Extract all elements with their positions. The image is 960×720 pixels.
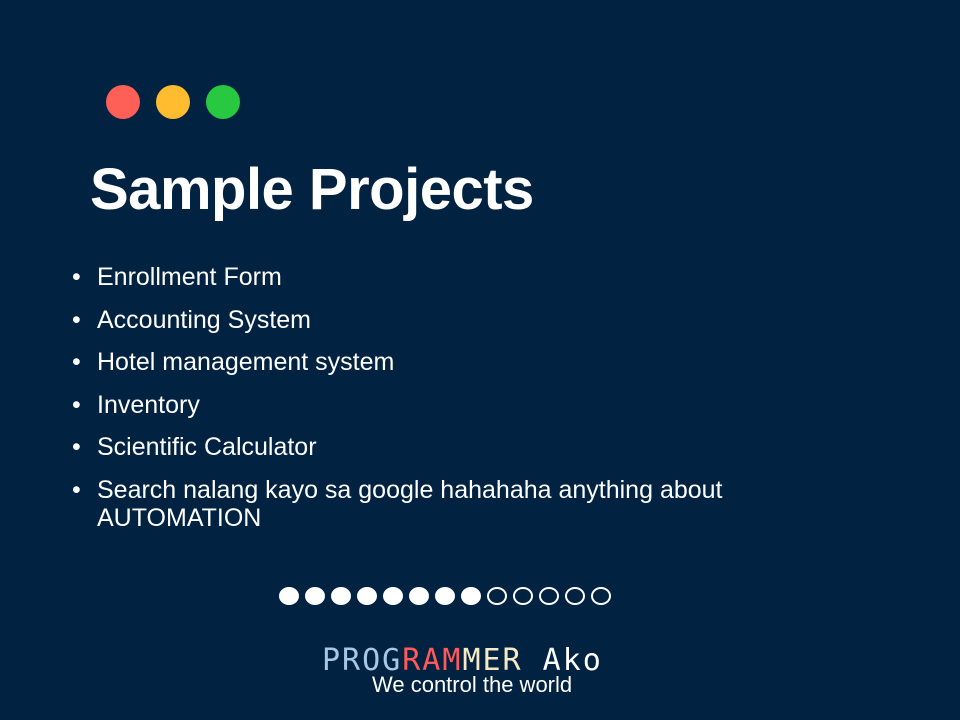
pager-dot-icon[interactable]: [539, 587, 559, 605]
pager-dot-icon[interactable]: [565, 587, 585, 605]
project-label: Scientific Calculator: [97, 433, 317, 461]
close-dot-icon[interactable]: [106, 85, 140, 119]
list-item: • Hotel management system: [72, 348, 792, 376]
bullet-icon: •: [72, 433, 81, 461]
bullet-icon: •: [72, 475, 81, 504]
pager-dot-icon[interactable]: [435, 587, 455, 605]
list-item: • Search nalang kayo sa google hahahaha a…: [72, 476, 792, 532]
pager-dot-icon[interactable]: [383, 587, 403, 605]
slide-pager: [279, 587, 611, 605]
pager-dot-icon[interactable]: [357, 587, 377, 605]
pager-dot-icon[interactable]: [331, 587, 351, 605]
list-item: • Scientific Calculator: [72, 433, 792, 461]
bullet-icon: •: [72, 390, 81, 419]
project-list: • Enrollment Form • Accounting System • Hot…: [72, 263, 792, 546]
project-label: Enrollment Form: [97, 263, 282, 291]
minimize-dot-icon[interactable]: [156, 85, 190, 119]
list-item: • Inventory: [72, 391, 792, 419]
bullet-icon: •: [72, 348, 81, 376]
pager-dot-icon[interactable]: [487, 587, 507, 605]
list-item: • Accounting System: [72, 306, 792, 334]
bullet-icon: •: [72, 263, 81, 291]
window-controls: [106, 85, 240, 119]
maximize-dot-icon[interactable]: [206, 85, 240, 119]
project-label: Accounting System: [97, 305, 311, 334]
project-label: Hotel management system: [97, 348, 395, 376]
project-label: Inventory: [97, 390, 200, 419]
pager-dot-icon[interactable]: [513, 587, 533, 605]
pager-dot-icon[interactable]: [279, 587, 299, 605]
pager-dot-icon[interactable]: [591, 587, 611, 605]
pager-dot-icon[interactable]: [461, 587, 481, 605]
bullet-icon: •: [72, 305, 81, 334]
pager-dot-icon[interactable]: [305, 587, 325, 605]
list-item: • Enrollment Form: [72, 263, 792, 291]
slide-title: Sample Projects: [90, 157, 534, 222]
pager-dot-icon[interactable]: [409, 587, 429, 605]
project-label: Search nalang kayo sa google hahahaha an…: [97, 475, 723, 532]
brand-tagline: We control the world: [372, 672, 573, 697]
